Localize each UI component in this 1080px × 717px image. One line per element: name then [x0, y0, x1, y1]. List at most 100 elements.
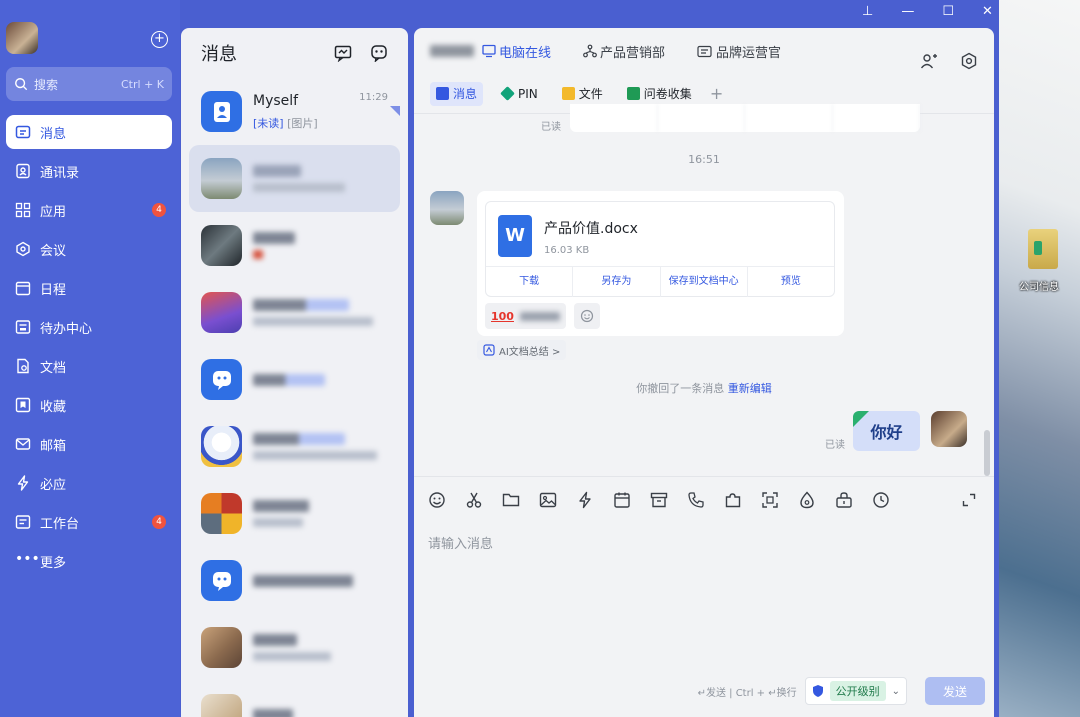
nav-item-docs[interactable]: 文档: [6, 349, 172, 383]
nav-item-messages[interactable]: 消息: [6, 115, 172, 149]
conversation-item[interactable]: [189, 614, 400, 681]
nav-item-more[interactable]: ••• 更多: [6, 544, 172, 578]
create-icon[interactable]: +: [151, 31, 168, 48]
message-scrollbar[interactable]: [984, 430, 990, 476]
conversation-name: [253, 232, 295, 244]
robot-icon[interactable]: [370, 44, 388, 62]
message-input[interactable]: 请输入消息: [428, 533, 493, 552]
pin-window-icon[interactable]: ⊥: [862, 4, 873, 19]
add-reaction-button[interactable]: [573, 303, 600, 329]
apps-badge: 4: [152, 203, 166, 217]
nav-item-favorites[interactable]: 收藏: [6, 388, 172, 422]
lightning-icon[interactable]: [574, 489, 596, 511]
conversation-item[interactable]: [189, 681, 400, 717]
conversation-name: [253, 634, 297, 646]
scan-icon[interactable]: [759, 489, 781, 511]
recall-notice: 你撤回了一条消息 重新编辑: [414, 380, 994, 396]
expand-icon[interactable]: [958, 489, 980, 511]
nav-item-todo[interactable]: 待办中心: [6, 310, 172, 344]
my-avatar[interactable]: [931, 411, 967, 447]
list-title: 消息: [201, 44, 237, 65]
conversation-item[interactable]: [189, 212, 400, 279]
nav-item-workbench[interactable]: 工作台 4: [6, 505, 172, 539]
file-download-button[interactable]: 下载: [486, 267, 574, 297]
nav-item-calendar[interactable]: 日程: [6, 271, 172, 305]
new-chat-icon[interactable]: [334, 44, 352, 62]
conversation-item[interactable]: Myself [未读] [图片] 11:29: [189, 78, 400, 145]
my-message-bubble[interactable]: 你好: [853, 411, 920, 451]
sensitivity-flag-icon: [853, 411, 869, 427]
conversation-name: [253, 299, 349, 311]
add-tab-icon[interactable]: +: [710, 84, 723, 103]
tab-pin[interactable]: PIN: [495, 82, 544, 106]
puzzle-icon[interactable]: [722, 489, 744, 511]
nav-item-apps[interactable]: 应用 4: [6, 193, 172, 227]
message-tab-icon: [436, 87, 449, 100]
nav-item-mail[interactable]: 邮箱: [6, 427, 172, 461]
conversation-item-selected[interactable]: [189, 145, 400, 212]
left-nav: + 搜索 Ctrl + K 消息 通讯录 应用 4 会议 日程 待办中心 文档 …: [0, 0, 180, 717]
tab-survey[interactable]: 问卷收集: [621, 82, 698, 106]
file-card[interactable]: W 产品价值.docx 16.03 KB 下载 另存为 保存到文档中心 预览: [485, 201, 835, 297]
chevron-down-icon: ⌄: [891, 685, 900, 697]
conversation-avatar: [201, 225, 242, 266]
conversation-item[interactable]: [189, 346, 400, 413]
search-box[interactable]: 搜索 Ctrl + K: [6, 67, 172, 101]
conversation-item[interactable]: [189, 480, 400, 547]
search-placeholder: 搜索: [34, 77, 59, 92]
peer-avatar[interactable]: [430, 191, 464, 225]
re-edit-link[interactable]: 重新编辑: [728, 382, 772, 395]
nav-item-meeting[interactable]: 会议: [6, 232, 172, 266]
tab-files[interactable]: 文件: [556, 82, 609, 106]
visibility-level-select[interactable]: 公开级别 ⌄: [804, 677, 907, 705]
file-save-to-docs-button[interactable]: 保存到文档中心: [661, 267, 748, 297]
file-name: 产品价值.docx: [544, 221, 638, 237]
folder-icon[interactable]: [1028, 229, 1058, 269]
tab-messages[interactable]: 消息: [430, 81, 484, 106]
chat-title: [430, 45, 474, 57]
conversation-preview: [253, 652, 331, 661]
conversation-name: [253, 165, 301, 177]
conversation-item[interactable]: [189, 279, 400, 346]
maximize-icon[interactable]: ☐: [942, 4, 954, 19]
desktop-icon-label: 公司信息: [1019, 282, 1059, 293]
file-save-as-button[interactable]: 另存为: [573, 267, 661, 297]
composer-toolbar: [414, 477, 994, 523]
folder-icon[interactable]: [500, 489, 522, 511]
archive-box-icon[interactable]: [648, 489, 670, 511]
lock-box-icon[interactable]: [833, 489, 855, 511]
add-member-icon[interactable]: [920, 52, 938, 70]
close-icon[interactable]: ✕: [982, 4, 993, 19]
my-message-text: 你好: [870, 423, 903, 442]
calendar-icon[interactable]: [611, 489, 633, 511]
clock-icon[interactable]: [870, 489, 892, 511]
document-icon: [17, 358, 29, 374]
reaction-hundred[interactable]: 100: [485, 303, 566, 329]
nav-label: 必应: [40, 477, 67, 493]
search-icon: [15, 78, 28, 91]
nav-list: 消息 通讯录 应用 4 会议 日程 待办中心 文档 收藏 邮箱 必应 工作台 4…: [6, 115, 172, 583]
phone-icon[interactable]: [685, 489, 707, 511]
drop-icon[interactable]: [796, 489, 818, 511]
nav-item-bing[interactable]: 必应: [6, 466, 172, 500]
bot-icon: [212, 370, 231, 390]
emoji-icon[interactable]: [426, 489, 448, 511]
send-button[interactable]: 发送: [925, 677, 985, 705]
nav-item-contacts[interactable]: 通讯录: [6, 154, 172, 188]
image-icon[interactable]: [537, 489, 559, 511]
screenshot-scissors-icon[interactable]: [463, 489, 485, 511]
online-label: 电脑在线: [499, 45, 552, 61]
unread-tag: [未读]: [253, 116, 284, 130]
conversation-item[interactable]: [189, 413, 400, 480]
bot-icon: [212, 571, 231, 591]
settings-icon[interactable]: [960, 52, 978, 70]
user-avatar[interactable]: [6, 22, 38, 54]
ai-summary-label: AI文档总结 >: [499, 346, 561, 358]
conversation-item[interactable]: [189, 547, 400, 614]
ai-summary-button[interactable]: AI文档总结 >: [477, 340, 567, 360]
folder-icon: [561, 87, 575, 100]
file-preview-button[interactable]: 预览: [748, 267, 834, 297]
conversation-preview: [253, 250, 263, 259]
workbench-badge: 4: [152, 515, 166, 529]
minimize-icon[interactable]: —: [901, 4, 914, 19]
